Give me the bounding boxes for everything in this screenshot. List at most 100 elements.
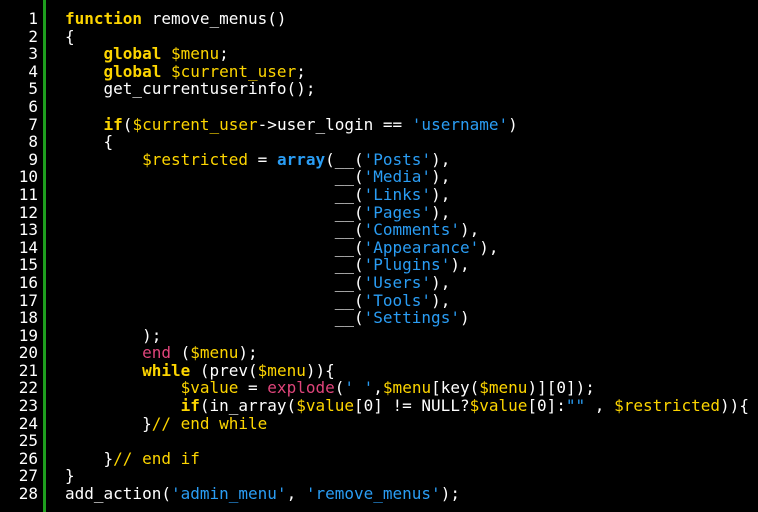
- line-number: 25: [18, 431, 38, 451]
- code-line[interactable]: 10 __('Media'),: [0, 168, 758, 186]
- code-line[interactable]: 17 __('Tools'),: [0, 290, 758, 310]
- code-text: );: [65, 326, 161, 345]
- code-line[interactable]: 27}: [0, 467, 758, 485]
- code-token: // end if: [113, 448, 200, 468]
- line-number: 20: [18, 343, 38, 363]
- code-token: __(: [65, 308, 364, 328]
- code-token: function: [65, 9, 143, 28]
- code-token: __(: [65, 184, 364, 204]
- code-token: $value: [469, 396, 528, 416]
- code-token: 'Settings': [363, 308, 460, 328]
- code-token: if: [180, 396, 200, 416]
- code-token: 'Links': [363, 184, 432, 204]
- code-line[interactable]: 8 {: [0, 133, 758, 151]
- code-line[interactable]: 23 if(in_array($value[0] != NULL?$value[…: [0, 397, 758, 415]
- code-line[interactable]: 25: [0, 432, 758, 450]
- line-number: 23: [18, 396, 38, 416]
- code-line[interactable]: 7 if($current_user->user_login == 'usern…: [0, 114, 758, 134]
- code-text: __('Appearance'),: [65, 237, 499, 257]
- line-number: 18: [18, 308, 38, 328]
- code-line[interactable]: 21 while (prev($menu)){: [0, 362, 758, 380]
- line-number: 11: [18, 184, 38, 204]
- code-line[interactable]: 20 end ($menu);: [0, 344, 758, 362]
- code-token: {: [65, 132, 114, 152]
- code-token: $restricted: [142, 149, 249, 169]
- code-token: 'Media': [363, 167, 432, 187]
- code-line[interactable]: 3 global $menu;: [0, 45, 758, 63]
- line-number: 9: [28, 149, 38, 169]
- code-line[interactable]: 28 add_action('admin_menu', 'remove_menus…: [0, 485, 758, 503]
- code-token: end: [142, 343, 171, 363]
- code-token: ->user_login ==: [257, 114, 412, 134]
- code-line[interactable]: 24 }// end while: [0, 413, 758, 433]
- code-token: }: [65, 448, 114, 468]
- code-text: $value = explode(' ',$menu[key($menu)][0…: [65, 379, 595, 397]
- code-token: ),: [479, 237, 499, 257]
- line-number: 5: [28, 79, 38, 99]
- code-line[interactable]: 2{: [0, 26, 758, 46]
- code-line[interactable]: 13 __('Comments'),: [0, 221, 758, 239]
- code-token: [0] != NULL?: [353, 396, 470, 416]
- code-token: }: [65, 413, 152, 433]
- code-token: $menu: [257, 360, 306, 380]
- code-token: global: [103, 44, 162, 64]
- code-token: )][0]);: [527, 378, 595, 398]
- code-line[interactable]: 26 }// end if: [0, 450, 758, 468]
- code-token: get_currentuserinfo();: [65, 79, 316, 99]
- code-token: $restricted: [614, 396, 721, 416]
- code-token: ;: [296, 61, 306, 81]
- code-token: ;: [219, 44, 229, 64]
- code-line[interactable]: 14 __('Appearance'),: [0, 237, 758, 257]
- code-text: $restricted = array(__('Posts'),: [65, 149, 450, 169]
- code-line[interactable]: 9 $restricted = array(__('Posts'),: [0, 149, 758, 169]
- code-text: get_currentuserinfo();: [65, 79, 316, 99]
- code-line[interactable]: 12 __('Pages'),: [0, 202, 758, 222]
- code-token: 'username': [411, 114, 509, 134]
- line-number: 26: [18, 448, 38, 468]
- code-token: (: [170, 343, 191, 363]
- code-line[interactable]: 15 __('Plugins'),: [0, 256, 758, 274]
- line-number: 13: [18, 220, 38, 240]
- code-text: __('Tools'),: [65, 290, 451, 310]
- code-token: __(: [65, 272, 364, 292]
- code-line[interactable]: 6: [0, 98, 758, 116]
- code-token: global: [103, 61, 162, 81]
- code-token: $current_user: [170, 61, 297, 81]
- code-line[interactable]: 16 __('Users'),: [0, 274, 758, 292]
- code-line[interactable]: 19 );: [0, 326, 758, 345]
- code-text: if($current_user->user_login == 'usernam…: [65, 114, 518, 134]
- code-token: $value: [180, 378, 239, 398]
- code-token: ),: [431, 184, 451, 204]
- code-text: }: [65, 467, 75, 485]
- code-token: ),: [431, 167, 451, 187]
- code-token: __(: [65, 220, 364, 240]
- code-token: __(: [65, 290, 364, 310]
- code-token: (in_array(: [199, 396, 297, 416]
- code-line[interactable]: 11 __('Links'),: [0, 186, 758, 204]
- code-text: end ($menu);: [65, 344, 258, 362]
- code-token: // end while: [151, 413, 268, 433]
- code-lines: 1 function remove_menus() 2{3 global $menu…: [0, 10, 758, 503]
- line-number: 7: [28, 114, 38, 134]
- line-number: 12: [18, 202, 38, 222]
- code-line[interactable]: 22 $value = explode(' ',$menu[key($menu)…: [0, 379, 758, 397]
- line-number: 17: [18, 290, 38, 310]
- line-number: 16: [18, 272, 38, 292]
- code-line[interactable]: 5 get_currentuserinfo();: [0, 80, 758, 98]
- code-editor[interactable]: 1 function remove_menus() 2{3 global $menu…: [0, 0, 758, 512]
- code-token: {: [65, 26, 75, 46]
- line-number: 22: [18, 378, 38, 398]
- code-token: __(: [65, 202, 364, 222]
- code-line[interactable]: 1 function remove_menus(): [0, 10, 758, 28]
- code-line[interactable]: 18 __('Settings'): [0, 309, 758, 327]
- code-line[interactable]: 4 global $current_user;: [0, 61, 758, 81]
- code-text: }// end while: [65, 413, 268, 433]
- code-token: (prev(: [190, 360, 258, 380]
- line-number: 27: [18, 466, 38, 486]
- code-text: if(in_array($value[0] != NULL?$value[0]:…: [65, 397, 749, 415]
- code-token: remove_menus(): [142, 9, 287, 28]
